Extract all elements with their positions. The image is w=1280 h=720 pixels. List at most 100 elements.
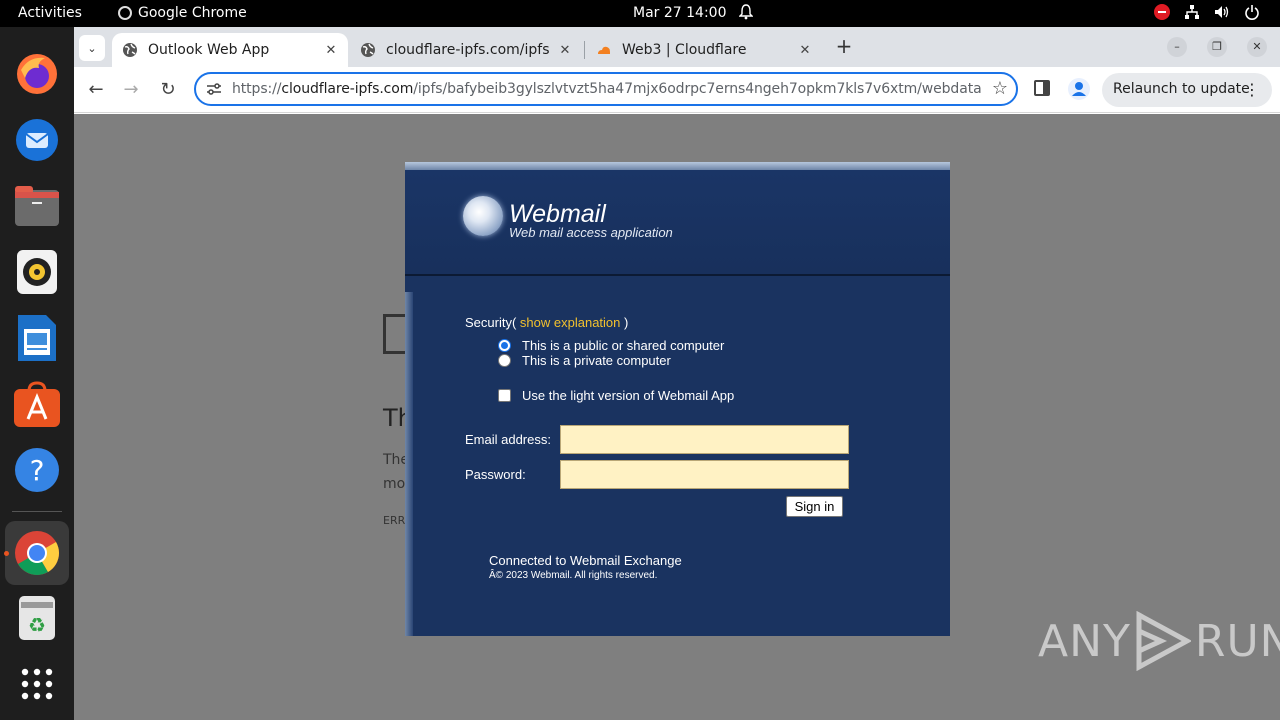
browser-window: ⌄ Outlook Web App ✕ cloudflare-ipfs.com/… bbox=[74, 27, 1280, 720]
bell-icon bbox=[739, 4, 753, 20]
security-close-paren: ) bbox=[624, 315, 629, 330]
url-text[interactable]: https://cloudflare-ipfs.com/ipfs/bafybei… bbox=[232, 81, 982, 97]
light-version-label: Use the light version of Webmail App bbox=[522, 388, 735, 403]
svg-text:♻: ♻ bbox=[28, 613, 46, 637]
rhythmbox-icon[interactable] bbox=[12, 247, 62, 297]
close-icon: ✕ bbox=[1252, 40, 1262, 53]
tab-label: Web3 | Cloudflare bbox=[622, 42, 747, 58]
svg-text:?: ? bbox=[30, 454, 45, 487]
dock: ? ♻ bbox=[0, 27, 74, 720]
tab-separator bbox=[584, 41, 585, 59]
more-vert-icon[interactable]: ⋮ bbox=[1244, 80, 1260, 99]
close-window-button[interactable]: ✕ bbox=[1247, 37, 1267, 57]
libreoffice-writer-icon[interactable] bbox=[12, 313, 62, 363]
chevron-down-icon: ⌄ bbox=[87, 41, 97, 55]
maximize-button[interactable]: ❐ bbox=[1207, 37, 1227, 57]
watermark-left: ANY bbox=[1038, 615, 1131, 667]
side-panel-icon[interactable] bbox=[1034, 80, 1050, 96]
close-icon[interactable]: ✕ bbox=[794, 43, 816, 58]
arrow-right-icon: → bbox=[123, 79, 139, 100]
watermark-right: RUN bbox=[1194, 615, 1280, 667]
person-icon bbox=[1072, 82, 1086, 96]
forward-button[interactable]: → bbox=[119, 78, 143, 102]
chrome-small-icon bbox=[118, 6, 132, 20]
power-icon bbox=[1245, 5, 1259, 20]
error-text-line: mo bbox=[383, 476, 406, 492]
profile-avatar[interactable] bbox=[1068, 78, 1090, 100]
system-tray[interactable] bbox=[1154, 4, 1260, 20]
help-icon[interactable]: ? bbox=[12, 445, 62, 495]
browser-toolbar: ← → ↻ https://cloudflare-ipfs.com/ipfs/b… bbox=[74, 67, 1280, 113]
minimize-button[interactable]: – bbox=[1167, 37, 1187, 57]
globe-icon bbox=[361, 43, 375, 57]
light-version-checkbox[interactable] bbox=[498, 389, 511, 402]
error-code: ERR bbox=[383, 514, 406, 527]
files-icon[interactable] bbox=[12, 181, 62, 231]
app-menu-label: Google Chrome bbox=[138, 5, 247, 21]
public-computer-radio[interactable] bbox=[498, 339, 511, 352]
relaunch-to-update-button[interactable]: Relaunch to update ⋮ bbox=[1102, 73, 1272, 107]
address-bar[interactable]: https://cloudflare-ipfs.com/ipfs/bafybei… bbox=[194, 72, 1018, 106]
panel-top-strip bbox=[405, 162, 950, 170]
clock[interactable]: Mar 27 14:00 bbox=[633, 5, 726, 21]
anyrun-watermark: ANY RUN bbox=[1038, 611, 1280, 671]
email-label: Email address: bbox=[465, 432, 551, 447]
back-button[interactable]: ← bbox=[84, 78, 108, 102]
site-info-icon[interactable] bbox=[206, 81, 222, 97]
tab-search-button[interactable]: ⌄ bbox=[79, 35, 105, 61]
email-field[interactable] bbox=[560, 425, 849, 454]
tab-cloudflare-ipfs[interactable]: cloudflare-ipfs.com/ipfs ✕ bbox=[350, 33, 582, 67]
tab-web3-cloudflare[interactable]: Web3 | Cloudflare ✕ bbox=[586, 33, 822, 67]
footer-connected: Connected to Webmail Exchange bbox=[489, 553, 682, 568]
close-icon[interactable]: ✕ bbox=[554, 43, 576, 58]
do-not-disturb-icon[interactable] bbox=[1154, 4, 1170, 20]
reload-button[interactable]: ↻ bbox=[156, 78, 180, 102]
relaunch-label: Relaunch to update bbox=[1113, 81, 1250, 97]
plus-icon: + bbox=[835, 34, 853, 58]
password-field[interactable] bbox=[560, 460, 849, 489]
tab-label: cloudflare-ipfs.com/ipfs bbox=[386, 42, 550, 58]
url-scheme: https:// bbox=[232, 81, 282, 97]
close-icon[interactable]: ✕ bbox=[320, 43, 342, 58]
tab-outlook-web-app[interactable]: Outlook Web App ✕ bbox=[112, 33, 348, 67]
restore-icon: ❐ bbox=[1212, 40, 1222, 53]
globe-logo-icon bbox=[463, 196, 503, 236]
network-icon bbox=[1185, 5, 1199, 19]
tab-label: Outlook Web App bbox=[148, 42, 270, 58]
page-viewport: Th The mo ERR Webmail Web mail access ap… bbox=[74, 114, 1280, 720]
show-apps-icon[interactable] bbox=[12, 659, 62, 709]
active-indicator bbox=[4, 551, 9, 556]
arrow-left-icon: ← bbox=[88, 79, 104, 100]
webmail-header: Webmail Web mail access application bbox=[405, 170, 950, 276]
footer-copyright: Â© 2023 Webmail. All rights reserved. bbox=[489, 570, 658, 581]
app-center-icon[interactable] bbox=[12, 379, 62, 429]
thunderbird-icon[interactable] bbox=[12, 115, 62, 165]
chrome-icon[interactable] bbox=[5, 521, 69, 585]
public-computer-label: This is a public or shared computer bbox=[522, 338, 725, 353]
trash-icon[interactable]: ♻ bbox=[12, 593, 62, 643]
bookmark-star-icon[interactable]: ☆ bbox=[992, 78, 1008, 99]
security-row: Security( show explanation ) bbox=[465, 315, 628, 330]
url-host: cloudflare-ipfs.com bbox=[281, 81, 414, 97]
system-top-bar: Activities Google Chrome Mar 27 14:00 bbox=[0, 0, 1280, 27]
webmail-login-panel: Webmail Web mail access application Secu… bbox=[405, 162, 950, 636]
reload-icon: ↻ bbox=[160, 79, 176, 100]
app-menu[interactable]: Google Chrome bbox=[118, 5, 247, 21]
dock-separator bbox=[12, 511, 62, 512]
private-computer-radio[interactable] bbox=[498, 354, 511, 367]
minimize-icon: – bbox=[1174, 40, 1180, 53]
url-path: /ipfs/bafybeib3gylszlvtvzt5ha47mjx6odrpc… bbox=[413, 81, 982, 97]
security-label: Security( bbox=[465, 315, 517, 330]
webmail-subtitle: Web mail access application bbox=[509, 225, 673, 240]
globe-icon bbox=[123, 43, 137, 57]
password-label: Password: bbox=[465, 467, 526, 482]
volume-icon bbox=[1215, 6, 1229, 18]
sign-in-button[interactable]: Sign in bbox=[786, 496, 843, 517]
tab-strip: ⌄ Outlook Web App ✕ cloudflare-ipfs.com/… bbox=[74, 27, 1280, 67]
activities-button[interactable]: Activities bbox=[18, 5, 82, 21]
show-explanation-link[interactable]: show explanation bbox=[520, 315, 620, 330]
new-tab-button[interactable]: + bbox=[832, 35, 856, 59]
firefox-icon[interactable] bbox=[12, 49, 62, 99]
cloudflare-icon bbox=[598, 46, 610, 54]
panel-left-bar bbox=[405, 292, 413, 636]
